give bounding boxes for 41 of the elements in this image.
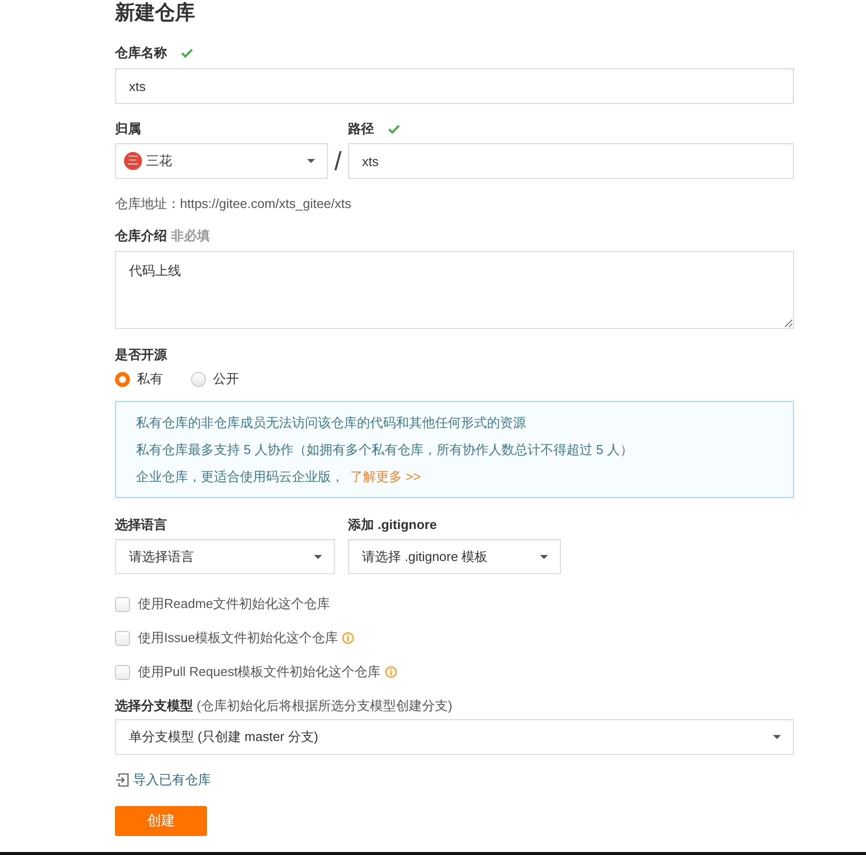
checkbox-label[interactable]: 使用Pull Request模板文件初始化这个仓库 (138, 663, 381, 681)
repo-address: 仓库地址：https://gitee.com/xts_gitee/xts (115, 195, 352, 213)
info-icon[interactable] (384, 666, 397, 678)
avatar: 三 (124, 152, 142, 170)
notice-text: 私有仓库的非仓库成员无法访问该仓库的代码和其他任何形式的资源 (136, 414, 527, 432)
checkbox-label[interactable]: 使用Issue模板文件初始化这个仓库 (138, 629, 338, 647)
checkbox[interactable] (115, 630, 130, 646)
checkbox[interactable] (115, 596, 130, 612)
radio-label[interactable]: 公开 (213, 370, 239, 388)
path-separator: / (334, 146, 342, 176)
caret-icon (773, 735, 781, 739)
optional-hint: 非必填 (171, 227, 210, 245)
field-label: 仓库名称 (115, 44, 167, 62)
page-title: 新建仓库 (115, 0, 196, 26)
owner-select[interactable]: 三 三花 (115, 143, 328, 179)
path-field[interactable]: xts (348, 143, 794, 179)
field-label: 添加 .gitignore (348, 516, 438, 534)
checkbox[interactable] (115, 664, 130, 680)
field-label: 归属 (115, 120, 141, 138)
checkbox-label[interactable]: 使用Readme文件初始化这个仓库 (138, 595, 330, 613)
gitignore-select[interactable]: 请选择 .gitignore 模板 (348, 539, 561, 574)
caret-icon (307, 159, 315, 163)
caret-icon (314, 554, 322, 558)
field-label: 路径 (348, 120, 374, 138)
import-repo-link[interactable]: 导入已有仓库 (133, 771, 211, 789)
field-label: 选择分支模型 (仓库初始化后将根据所选分支模型创建分支) (115, 697, 452, 715)
field-label: 选择语言 (115, 516, 168, 534)
branch-model-select[interactable]: 单分支模型 (只创建 master 分支) (115, 719, 794, 755)
field-label: 是否开源 (115, 346, 167, 364)
field-label: 仓库介绍 (115, 227, 167, 245)
info-icon[interactable] (342, 632, 354, 644)
notice-text: 企业仓库，更适合使用码云企业版， (136, 469, 344, 484)
language-select[interactable]: 请选择语言 (115, 539, 335, 574)
description-field[interactable]: 代码上线 (115, 251, 794, 329)
repo-name-field[interactable]: xts (115, 68, 794, 104)
radio-label[interactable]: 私有 (137, 370, 163, 388)
notice-text: 私有仓库最多支持 5 人协作（如拥有多个私有仓库，所有协作人数总计不得超过 5 人） (136, 441, 634, 459)
caret-icon (540, 554, 548, 558)
radio-button[interactable] (191, 372, 206, 386)
radio-button[interactable] (115, 372, 130, 386)
import-icon[interactable] (115, 773, 129, 787)
